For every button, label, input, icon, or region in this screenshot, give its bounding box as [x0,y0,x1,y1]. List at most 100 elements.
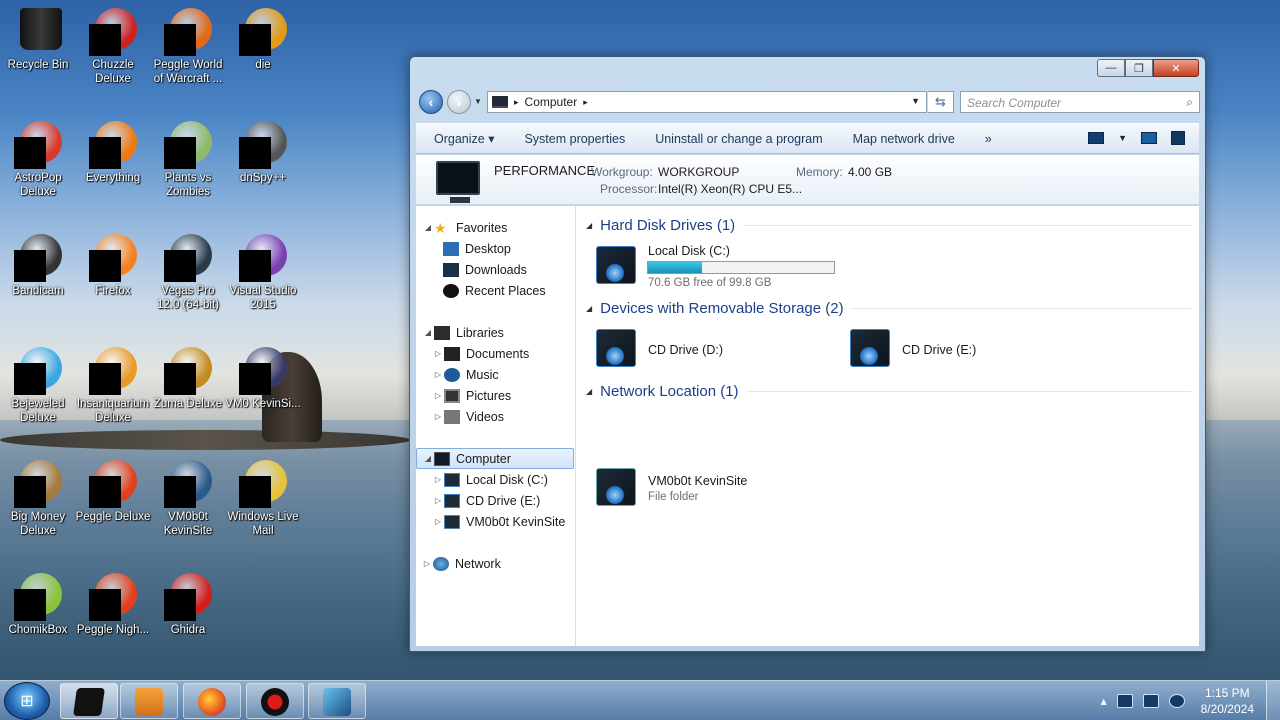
firefox-icon [198,688,226,716]
organize-menu[interactable]: Organize ▾ [416,131,509,146]
preview-pane-icon[interactable] [1141,132,1157,144]
desktop-icon-0[interactable]: Recycle Bin [0,0,76,72]
local-disk-name[interactable]: Local Disk (C:) [648,244,730,258]
clock[interactable]: 1:15 PM 8/20/2024 [1201,685,1254,717]
map-network-drive-button[interactable]: Map network drive [838,132,970,146]
start-button[interactable]: ⊞ [4,682,50,720]
collapse-icon[interactable]: ▷ [432,412,444,421]
desktop-icon-10[interactable]: Vegas Pro 12.0 (64-bit) [150,226,226,312]
desktop-icon-8[interactable]: Bandicam [0,226,76,298]
taskbar-firefox[interactable] [183,683,241,719]
more-commands-button[interactable]: » [970,132,1007,146]
taskbar-explorer[interactable] [60,683,118,719]
search-icon[interactable]: ⌕ [1186,95,1193,110]
collapse-icon[interactable]: ▷ [432,391,444,400]
desktop-icon-5[interactable]: Everything [75,113,151,185]
nav-downloads[interactable]: Downloads [416,259,574,280]
address-bar[interactable]: ▸ Computer ▸ ▼ [487,91,927,113]
nav-favorites[interactable]: ◢ ★ Favorites [416,217,574,238]
breadcrumb-computer[interactable]: Computer [525,95,578,109]
taskbar-bandicam[interactable] [246,683,304,719]
taskbar-vegas[interactable] [308,683,366,719]
minimize-button[interactable]: — [1097,59,1125,77]
collapse-icon[interactable]: ▷ [432,517,444,526]
breadcrumb-separator[interactable]: ▸ [514,97,519,108]
cd-drive-d-name[interactable]: CD Drive (D:) [648,343,723,357]
nav-local-disk[interactable]: ▷ Local Disk (C:) [416,469,574,490]
nav-vm-site[interactable]: ▷ VM0b0t KevinSite [416,511,574,532]
tray-expand-icon[interactable]: ▴ [1101,694,1107,708]
nav-computer[interactable]: ◢ Computer [416,448,574,469]
system-properties-button[interactable]: System properties [509,132,640,146]
nav-recent-places[interactable]: Recent Places [416,280,574,301]
close-button[interactable]: ✕ [1153,59,1199,77]
group-removable[interactable]: ◢ Devices with Removable Storage (2) [586,300,1191,317]
group-collapse-icon[interactable]: ◢ [586,304,592,313]
recent-pages-chevron-icon[interactable]: ▼ [474,97,482,106]
show-desktop-button[interactable] [1266,681,1280,720]
desktop-icon-9[interactable]: Firefox [75,226,151,298]
desktop-icon-19[interactable]: Windows Live Mail [225,452,301,538]
collapse-icon[interactable]: ▷ [432,496,444,505]
cd-drive-d-icon[interactable] [594,325,640,371]
nav-pictures[interactable]: ▷ Pictures [416,385,574,406]
nav-documents[interactable]: ▷ Documents [416,343,574,364]
cd-drive-e-name[interactable]: CD Drive (E:) [902,343,976,357]
cd-drive-e-icon[interactable] [848,325,894,371]
desktop-icon-13[interactable]: Insaniquarium Deluxe [75,339,151,425]
expand-icon[interactable]: ◢ [422,454,434,463]
collapse-icon[interactable]: ▷ [421,559,433,568]
collapse-icon[interactable]: ▷ [432,475,444,484]
uninstall-program-button[interactable]: Uninstall or change a program [640,132,837,146]
forward-button[interactable]: › [447,90,471,114]
pictures-icon [444,388,460,403]
desktop-icon-16[interactable]: Big Money Deluxe [0,452,76,538]
group-collapse-icon[interactable]: ◢ [586,221,592,230]
desktop-icon-2[interactable]: Peggle World of Warcraft ... [150,0,226,86]
group-network[interactable]: ◢ Network Location (1) [586,383,1191,400]
hard-drive-icon[interactable] [594,242,640,288]
nav-desktop[interactable]: Desktop [416,238,574,259]
desktop-icon-15[interactable]: VM0 KevinSi... [225,339,301,411]
nav-music[interactable]: ▷ Music [416,364,574,385]
desktop-icon-4[interactable]: AstroPop Deluxe [0,113,76,199]
refresh-button[interactable]: ⇆ [928,91,954,113]
desktop-icon-3[interactable]: die [225,0,301,72]
taskbar-media-player[interactable] [120,683,178,719]
desktop-icon-18[interactable]: VM0b0t KevinSite [150,452,226,538]
expand-icon[interactable]: ◢ [422,328,434,337]
help-icon[interactable] [1171,131,1185,145]
desktop-icon-7[interactable]: dnSpy++ [225,113,301,185]
network-folder-icon[interactable] [594,464,640,510]
nav-network[interactable]: ▷ Network [416,553,574,574]
desktop-icon-1[interactable]: Chuzzle Deluxe [75,0,151,86]
desktop-icon-17[interactable]: Peggle Deluxe [75,452,151,524]
collapse-icon[interactable]: ▷ [432,349,444,358]
desktop-icon-6[interactable]: Plants vs Zombies [150,113,226,199]
back-button[interactable]: ‹ [419,90,443,114]
network-status-icon[interactable] [1142,694,1159,708]
desktop-icon-20[interactable]: ChomikBox [0,565,76,637]
group-collapse-icon[interactable]: ◢ [586,387,592,396]
volume-icon[interactable] [1168,694,1185,708]
address-dropdown-icon[interactable]: ▼ [911,96,920,106]
desktop-icon-14[interactable]: Zuma Deluxe [150,339,226,411]
collapse-icon[interactable]: ▷ [432,370,444,379]
app-icon [164,458,212,508]
network-location-name[interactable]: VM0b0t KevinSite [648,474,747,488]
nav-libraries[interactable]: ◢ Libraries [416,322,574,343]
desktop-icon-12[interactable]: Bejeweled Deluxe [0,339,76,425]
nav-cd-drive[interactable]: ▷ CD Drive (E:) [416,490,574,511]
breadcrumb-separator[interactable]: ▸ [583,97,588,108]
tray-app-icon[interactable] [1116,694,1133,708]
change-view-icon[interactable] [1088,132,1105,144]
desktop-icon-22[interactable]: Ghidra [150,565,226,637]
group-hard-disks[interactable]: ◢ Hard Disk Drives (1) [586,217,1191,234]
nav-videos[interactable]: ▷ Videos [416,406,574,427]
view-dropdown-icon[interactable]: ▼ [1118,133,1127,143]
expand-icon[interactable]: ◢ [422,223,434,232]
desktop-icon-21[interactable]: Peggle Nigh... [75,565,151,637]
desktop-icon-11[interactable]: Visual Studio 2015 [225,226,301,312]
maximize-button[interactable]: ❐ [1125,59,1153,77]
search-input[interactable]: Search Computer ⌕ [960,91,1200,113]
